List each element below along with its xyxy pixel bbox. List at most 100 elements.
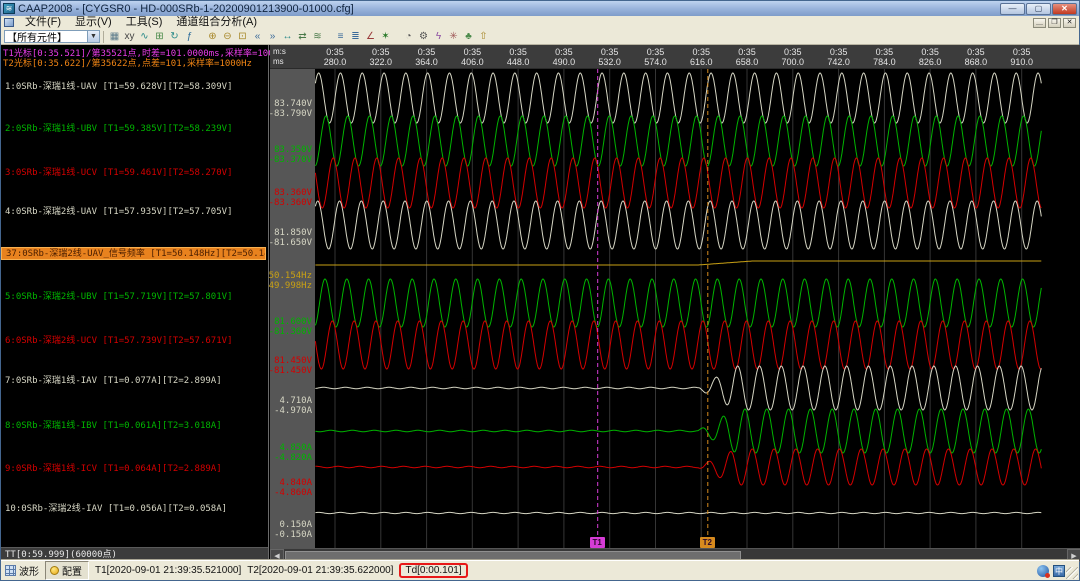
time-tick: 0:35826.0	[904, 47, 956, 67]
element-filter-dropdown[interactable]: 【所有元件】 ▼	[4, 30, 100, 43]
time-tick: 0:35658.0	[721, 47, 773, 67]
time-tick: 0:35406.0	[446, 47, 498, 67]
page-next-icon[interactable]: »	[265, 30, 280, 44]
scale-label-3: 83.360V-83.360V	[269, 188, 312, 208]
club-icon[interactable]: ♣	[461, 30, 476, 44]
time-tick: 0:35700.0	[767, 47, 819, 67]
copy-view-icon[interactable]: ⊞	[152, 30, 167, 44]
waveform-plot[interactable]	[315, 69, 1080, 548]
app-window: ≋ CAAP2008 - [CYGSR0 - HD-000SRb-1-20200…	[0, 0, 1080, 581]
window-title: CAAP2008 - [CYGSR0 - HD-000SRb-1-2020090…	[18, 3, 1000, 15]
config-bulb-icon	[50, 566, 59, 575]
cursor-handle-t1[interactable]: T1	[590, 537, 605, 548]
mdi-close-button[interactable]: ✕	[1063, 18, 1076, 28]
channel-row-5[interactable]: 5:0SRb-深瑞2线-UBV [T1=57.719V][T2=57.801V]	[5, 289, 266, 300]
scale-label-5: 81.600V-81.360V	[269, 317, 312, 337]
formula-icon[interactable]: ƒ	[182, 30, 197, 44]
clock-icon[interactable]: ◔	[401, 30, 416, 44]
page-prev-icon[interactable]: «	[250, 30, 265, 44]
menu-view[interactable]: 显示(V)	[68, 16, 119, 29]
signal-wave-icon[interactable]: ∿	[137, 30, 152, 44]
status-td-delta: Td[0:00.101]	[399, 563, 467, 578]
statusbar: 波形 配置 T1[2020-09-01 21:39:35.521000] T2[…	[1, 560, 1079, 580]
zoom-in-icon[interactable]: ⊕	[205, 30, 220, 44]
burst-icon[interactable]: ✳	[446, 30, 461, 44]
minimize-button[interactable]: —	[1000, 3, 1025, 15]
menu-tools[interactable]: 工具(S)	[119, 16, 170, 29]
element-filter-value: 【所有元件】	[5, 29, 87, 44]
channel-row-37[interactable]: 37:0SRb-深瑞2线-UAV_信号频率 [T1=50.148Hz][T2=5…	[1, 247, 266, 260]
config-tab-label: 配置	[62, 563, 82, 578]
scale-label-37: 50.154Hz49.998Hz	[269, 271, 312, 291]
time-tick: 0:35364.0	[401, 47, 453, 67]
time-tick: 0:35532.0	[584, 47, 636, 67]
cursor-handle-t2[interactable]: T2	[700, 537, 715, 548]
channel-row-4[interactable]: 4:0SRb-深瑞2线-UAV [T1=57.935V][T2=57.705V]	[5, 204, 266, 215]
channel-row-7[interactable]: 7:0SRb-深瑞1线-IAV [T1=0.077A][T2=2.899A]	[5, 373, 266, 384]
tab-config[interactable]: 配置	[45, 561, 89, 580]
compress-time-icon[interactable]: ⇄	[295, 30, 310, 44]
network-globe-icon[interactable]	[1037, 565, 1049, 577]
vector-star-icon[interactable]: ✶	[378, 30, 393, 44]
detail-view-icon[interactable]: ≣	[348, 30, 363, 44]
waveform-tab-icon	[5, 565, 16, 576]
channel-row-3[interactable]: 3:0SRb-深瑞1线-UCV [T1=59.461V][T2=58.270V]	[5, 165, 266, 176]
chevron-down-icon[interactable]: ▼	[87, 31, 99, 42]
toolbar-icons: ▦xy∿⊞↻ƒ ⊕⊖⊡«»↔⇄≋ ≡≣∠✶ ◔⚙ϟ✳♣⇧	[107, 30, 491, 44]
scale-label-4: 81.850V-81.650V	[269, 228, 312, 248]
time-tick: 0:35616.0	[675, 47, 727, 67]
refresh-icon[interactable]: ↻	[167, 30, 182, 44]
phasor-icon[interactable]: ∠	[363, 30, 378, 44]
expand-time-icon[interactable]: ≋	[310, 30, 325, 44]
list-view-icon[interactable]: ≡	[333, 30, 348, 44]
time-tick: 0:35784.0	[858, 47, 910, 67]
scale-gutter: 83.740V-83.790V 83.350V-83.370V 83.360V-83…	[270, 69, 315, 548]
input-method-icon[interactable]: 中	[1053, 565, 1065, 577]
time-tick: 0:35322.0	[355, 47, 407, 67]
app-icon: ≋	[3, 3, 15, 14]
titlebar: ≋ CAAP2008 - [CYGSR0 - HD-000SRb-1-20200…	[1, 1, 1079, 16]
toolbar: 【所有元件】 ▼ ▦xy∿⊞↻ƒ ⊕⊖⊡«»↔⇄≋ ≡≣∠✶ ◔⚙ϟ✳♣⇧	[1, 29, 1079, 45]
channel-row-2[interactable]: 2:0SRb-深瑞1线-UBV [T1=59.385V][T2=58.239V]	[5, 121, 266, 132]
settings-gear-icon[interactable]: ⚙	[416, 30, 431, 44]
zoom-window-icon[interactable]: ⊡	[235, 30, 250, 44]
scale-label-7: 4.710A-4.970A	[274, 396, 312, 416]
menu-file[interactable]: 文件(F)	[18, 16, 68, 29]
close-button[interactable]: ✕	[1052, 3, 1077, 15]
scale-label-2: 83.350V-83.370V	[269, 145, 312, 165]
measure-icon[interactable]: ↔	[280, 30, 295, 44]
axis-unit-top: m:s	[273, 47, 286, 57]
scale-label-9: 4.840A-4.860A	[274, 478, 312, 498]
time-tick: 0:35448.0	[492, 47, 544, 67]
time-tick: 0:35910.0	[996, 47, 1048, 67]
resize-grip[interactable]	[1066, 567, 1078, 579]
export-up-icon[interactable]: ⇧	[476, 30, 491, 44]
xy-plot-icon[interactable]: xy	[122, 30, 137, 44]
maximize-button[interactable]: ▢	[1026, 3, 1051, 15]
channel-row-6[interactable]: 6:0SRb-深瑞2线-UCV [T1=57.739V][T2=57.671V]	[5, 333, 266, 344]
mdi-document-icon[interactable]	[4, 18, 14, 27]
channel-row-1[interactable]: 1:0SRb-深瑞1线-UAV [T1=59.628V][T2=58.309V]	[5, 79, 266, 90]
zoom-out-icon[interactable]: ⊖	[220, 30, 235, 44]
waveform-tab-label: 波形	[19, 563, 39, 578]
menu-channel-analysis[interactable]: 通道组合分析(A)	[169, 16, 264, 29]
select-elements-icon[interactable]: ▦	[107, 30, 122, 44]
lightning-icon[interactable]: ϟ	[431, 30, 446, 44]
channel-list: 1:0SRb-深瑞1线-UAV [T1=59.628V][T2=58.309V]…	[1, 45, 268, 547]
tab-waveform[interactable]: 波形	[5, 563, 39, 578]
scale-label-6: 81.450V-81.450V	[269, 356, 312, 376]
status-t1-time: T1[2020-09-01 21:39:35.521000]	[95, 565, 241, 576]
channel-row-9[interactable]: 9:0SRb-深瑞1线-ICV [T1=0.064A][T2=2.889A]	[5, 461, 266, 472]
channel-row-10[interactable]: 10:0SRb-深瑞2线-IAV [T1=0.056A][T2=0.058A]	[5, 501, 266, 512]
scale-label-1: 83.740V-83.790V	[269, 99, 312, 119]
status-t2-time: T2[2020-09-01 21:39:35.622000]	[247, 565, 393, 576]
toolbar-separator	[103, 31, 104, 43]
scale-label-10: 0.150A-0.150A	[274, 520, 312, 540]
menubar: 文件(F) 显示(V) 工具(S) 通道组合分析(A) ＿ ❐ ✕	[1, 16, 1079, 29]
channel-panel: T1光标[0:35.521]/第35521点,时差=101.0000ms,采样率…	[1, 45, 269, 562]
mdi-minimize-button[interactable]: ＿	[1033, 18, 1046, 28]
time-tick: 0:35574.0	[629, 47, 681, 67]
channel-row-8[interactable]: 8:0SRb-深瑞1线-IBV [T1=0.061A][T2=3.018A]	[5, 418, 266, 429]
mdi-restore-button[interactable]: ❐	[1048, 18, 1061, 28]
main-area: T1光标[0:35.521]/第35521点,时差=101.0000ms,采样率…	[1, 45, 1080, 562]
